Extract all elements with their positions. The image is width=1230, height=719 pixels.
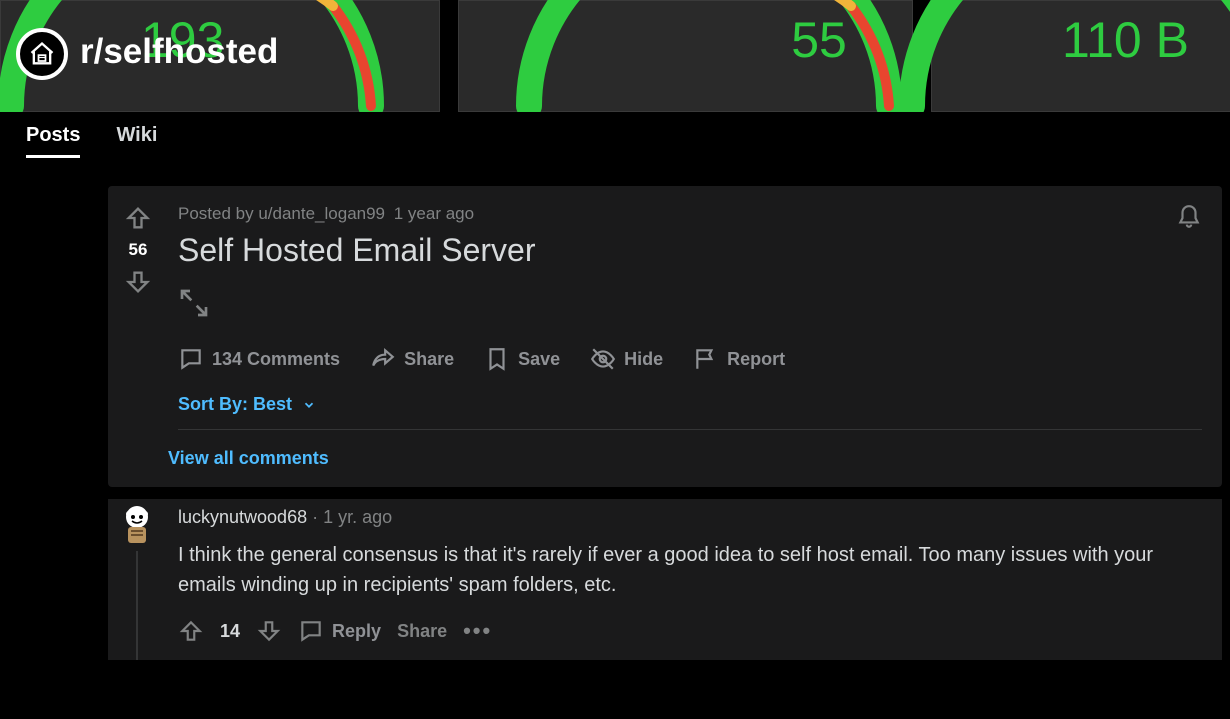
tab-wiki[interactable]: Wiki xyxy=(116,118,157,158)
post-action-row: 134 Comments Share Save Hide Report xyxy=(178,346,1202,372)
comments-button[interactable]: 134 Comments xyxy=(178,346,340,372)
share-icon xyxy=(370,346,396,372)
comment-icon xyxy=(298,618,324,644)
home-server-icon xyxy=(28,40,56,68)
sort-dropdown[interactable]: Sort By: Best xyxy=(178,394,1202,415)
post-author-link[interactable]: u/dante_logan99 xyxy=(258,204,385,223)
save-button[interactable]: Save xyxy=(484,346,560,372)
share-label: Share xyxy=(404,349,454,370)
thread-line[interactable] xyxy=(136,551,138,660)
subreddit-name[interactable]: r/selfhosted xyxy=(80,32,278,72)
comment-share-button[interactable]: Share xyxy=(397,621,447,642)
view-all-comments-link[interactable]: View all comments xyxy=(168,448,329,469)
vote-column: 56 xyxy=(108,186,168,487)
share-button[interactable]: Share xyxy=(370,346,454,372)
post-card: 56 Posted by u/dante_logan99 1 year ago … xyxy=(108,186,1222,487)
hide-label: Hide xyxy=(624,349,663,370)
hide-icon xyxy=(590,346,616,372)
gauge-value: 110 B xyxy=(1062,11,1189,69)
tab-posts[interactable]: Posts xyxy=(26,118,80,158)
expand-icon[interactable] xyxy=(178,287,210,319)
reply-label: Reply xyxy=(332,621,381,642)
posted-by-label: Posted by xyxy=(178,204,258,223)
avatar[interactable] xyxy=(116,503,158,545)
bookmark-icon xyxy=(484,346,510,372)
upvote-icon[interactable] xyxy=(178,618,204,644)
reply-button[interactable]: Reply xyxy=(298,618,381,644)
post-title: Self Hosted Email Server xyxy=(178,232,1202,269)
comments-label: 134 Comments xyxy=(212,349,340,370)
post-byline: Posted by u/dante_logan99 1 year ago xyxy=(178,204,1202,224)
flag-icon xyxy=(693,346,719,372)
gauge-card: 110 B xyxy=(931,0,1230,112)
downvote-icon[interactable] xyxy=(256,618,282,644)
more-icon[interactable]: ••• xyxy=(463,618,492,644)
downvote-icon[interactable] xyxy=(124,268,152,296)
sort-label: Sort By: Best xyxy=(178,394,292,415)
subreddit-tabs: Posts Wiki xyxy=(0,118,1230,158)
comment-meta: luckynutwood68 · 1 yr. ago xyxy=(178,507,1182,528)
bell-icon[interactable] xyxy=(1176,204,1202,230)
post-age: 1 year ago xyxy=(394,204,474,223)
comment-text: I think the general consensus is that it… xyxy=(178,540,1182,600)
report-label: Report xyxy=(727,349,785,370)
upvote-icon[interactable] xyxy=(124,204,152,232)
comment-author-link[interactable]: luckynutwood68 xyxy=(178,507,307,527)
gauge-card: 55 xyxy=(458,0,913,112)
report-button[interactable]: Report xyxy=(693,346,785,372)
comment: luckynutwood68 · 1 yr. ago I think the g… xyxy=(108,499,1222,660)
post-score: 56 xyxy=(129,240,148,260)
meta-sep: · xyxy=(307,507,323,527)
comment-action-row: 14 Reply Share ••• xyxy=(178,618,1182,644)
comment-score: 14 xyxy=(220,621,240,642)
subreddit-banner: 193 55 110 B r/selfhosted xyxy=(0,0,1230,112)
hide-button[interactable]: Hide xyxy=(590,346,663,372)
subreddit-icon[interactable] xyxy=(16,28,68,80)
save-label: Save xyxy=(518,349,560,370)
comment-icon xyxy=(178,346,204,372)
chevron-down-icon xyxy=(302,398,316,412)
divider xyxy=(178,429,1202,430)
comment-age: 1 yr. ago xyxy=(323,507,392,527)
